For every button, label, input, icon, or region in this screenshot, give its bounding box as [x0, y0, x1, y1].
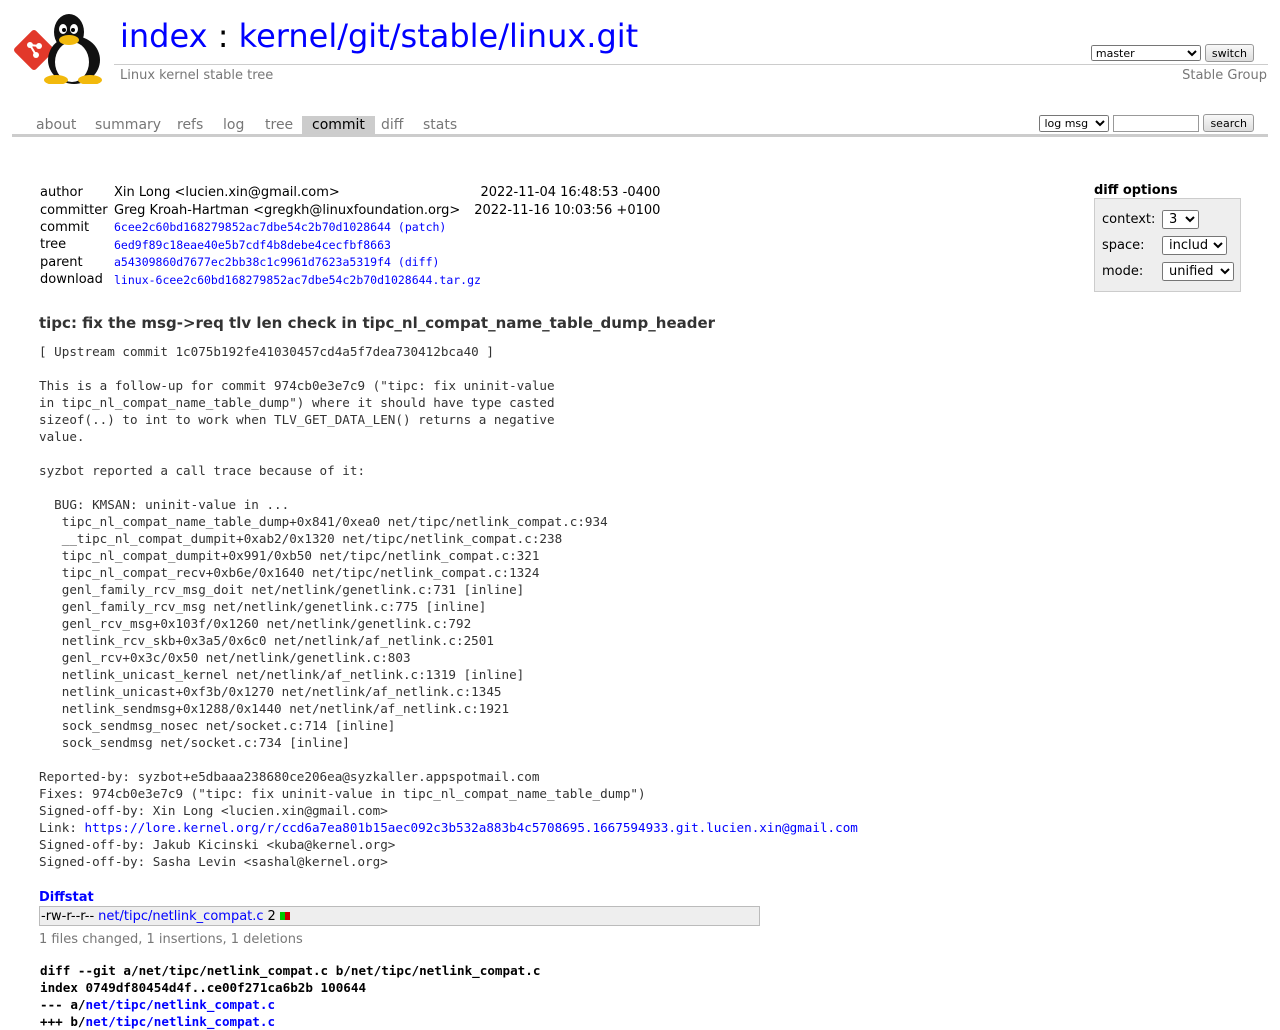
- tree-label: tree: [40, 237, 67, 253]
- diff-index-line: index 0749df80454d4f..ce00f271ca6b2b 100…: [40, 980, 367, 995]
- commit-message-body: [ Upstream commit 1c075b192fe41030457cd4…: [39, 344, 646, 835]
- search-button[interactable]: search: [1203, 114, 1254, 132]
- diff-old-prefix: --- a/: [40, 997, 86, 1012]
- file-mode: -rw-r--r--: [41, 908, 95, 924]
- diffstat-table: -rw-r--r-- net/tipc/netlink_compat.c 2: [39, 906, 760, 926]
- commit-row: commit 6cee2c60bd168279852ac7dbe54c2b70d…: [40, 219, 660, 236]
- lore-link[interactable]: https://lore.kernel.org/r/ccd6a7ea801b15…: [85, 820, 858, 835]
- diff-new-file-line: +++ b/net/tipc/netlink_compat.c: [40, 1013, 540, 1030]
- commit-subject: tipc: fix the msg->req tlv len check in …: [39, 314, 716, 332]
- diff-git-line: diff --git a/net/tipc/netlink_compat.c b…: [40, 963, 541, 978]
- tab-tree[interactable]: tree: [255, 116, 303, 134]
- commit-message: [ Upstream commit 1c075b192fe41030457cd4…: [39, 343, 858, 870]
- diffstat-del-bar: [284, 912, 290, 920]
- download-link[interactable]: linux-6cee2c60bd168279852ac7dbe54c2b70d1…: [114, 273, 481, 287]
- header-divider: [114, 64, 1268, 65]
- commit-value: 6cee2c60bd168279852ac7dbe54c2b70d1028644…: [114, 219, 660, 236]
- tree-value: 6ed9f89c18eae40e5b7cdf4b8debe4cecfbf8663: [114, 236, 660, 253]
- commit-sha-link[interactable]: 6cee2c60bd168279852ac7dbe54c2b70d1028644: [114, 220, 391, 234]
- tab-about[interactable]: about: [26, 116, 86, 134]
- diffstat-header-link[interactable]: Diffstat: [39, 890, 94, 905]
- author-label: author: [40, 185, 83, 201]
- index-link[interactable]: index: [120, 17, 208, 55]
- diff-options-panel: context: 3 space: include mode: unified: [1094, 198, 1241, 292]
- author-date: 2022-11-04 16:48:53 -0400: [480, 185, 661, 201]
- repo-link[interactable]: kernel/git/stable/linux.git: [239, 17, 639, 55]
- parent-value: a54309860d7677ec2bb38c1c9961d7623a5319f4…: [114, 254, 660, 271]
- branch-select[interactable]: master: [1090, 45, 1201, 61]
- diffstat-count: 2: [267, 908, 276, 924]
- context-label: context:: [1102, 211, 1156, 227]
- tab-commit[interactable]: commit: [302, 116, 375, 134]
- parent-diff-link[interactable]: (diff): [398, 255, 440, 269]
- mode-label: mode:: [1102, 263, 1144, 279]
- download-row: download linux-6cee2c60bd168279852ac7dbe…: [40, 271, 660, 288]
- space-select[interactable]: include: [1162, 235, 1227, 255]
- repo-description: Linux kernel stable tree: [120, 68, 274, 83]
- mode-option: mode: unified: [1102, 261, 1234, 281]
- patch-link[interactable]: (patch): [398, 220, 446, 234]
- switch-button[interactable]: switch: [1204, 44, 1254, 62]
- parent-row: parent a54309860d7677ec2bb38c1c9961d7623…: [40, 254, 660, 271]
- cgit-logo[interactable]: [12, 12, 110, 85]
- tree-sha-link[interactable]: 6ed9f89c18eae40e5b7cdf4b8debe4cecfbf8663: [114, 238, 391, 252]
- page-title: index : kernel/git/stable/linux.git: [120, 16, 638, 56]
- commit-label: commit: [40, 219, 90, 235]
- tab-summary[interactable]: summary: [85, 116, 171, 134]
- diffstat-file-link[interactable]: net/tipc/netlink_compat.c: [98, 909, 263, 924]
- diffstat-summary: 1 files changed, 1 insertions, 1 deletio…: [39, 932, 303, 947]
- context-select[interactable]: 3: [1162, 209, 1199, 229]
- parent-sha-link[interactable]: a54309860d7677ec2bb38c1c9961d7623a5319f4: [114, 255, 391, 269]
- context-option: context: 3: [1102, 209, 1199, 229]
- tab-log[interactable]: log: [213, 116, 254, 134]
- tab-refs[interactable]: refs: [167, 116, 213, 134]
- diff-new-prefix: +++ b/: [40, 1014, 86, 1029]
- diff-old-file-link[interactable]: net/tipc/netlink_compat.c: [86, 997, 276, 1012]
- diff-new-file-link[interactable]: net/tipc/netlink_compat.c: [86, 1014, 276, 1029]
- commit-message-trailer: Signed-off-by: Jakub Kicinski <kuba@kern…: [39, 837, 396, 869]
- mode-select[interactable]: unified: [1162, 261, 1234, 281]
- space-option: space: include: [1102, 235, 1227, 255]
- search-form: log msg search: [1039, 114, 1254, 132]
- committer-value: Greg Kroah-Hartman <gregkh@linuxfoundati…: [114, 202, 461, 218]
- search-type-select[interactable]: log msg: [1039, 114, 1110, 132]
- tab-diff[interactable]: diff: [371, 116, 413, 134]
- download-value: linux-6cee2c60bd168279852ac7dbe54c2b70d1…: [114, 271, 660, 288]
- committer-label: committer: [40, 202, 108, 218]
- committer-row: committer Greg Kroah-Hartman <gregkh@lin…: [40, 201, 660, 218]
- tab-stats[interactable]: stats: [413, 116, 467, 134]
- repo-owner: Stable Group: [1182, 68, 1267, 83]
- title-separator: :: [207, 17, 239, 55]
- search-input[interactable]: [1113, 114, 1200, 132]
- committer-date: 2022-11-16 10:03:56 +0100: [474, 202, 661, 218]
- space-label: space:: [1102, 237, 1145, 253]
- author-value: Xin Long <lucien.xin@gmail.com>: [114, 185, 340, 201]
- git-tux-logo-icon: [14, 14, 102, 85]
- diff-options-title: diff options: [1094, 183, 1178, 198]
- diff-header: diff --git a/net/tipc/netlink_compat.c b…: [40, 962, 540, 1030]
- author-row: author Xin Long <lucien.xin@gmail.com> 2…: [40, 184, 660, 201]
- branch-switch-form: master switch: [1090, 44, 1254, 62]
- diff-old-file-line: --- a/net/tipc/netlink_compat.c: [40, 996, 540, 1013]
- tree-row: tree 6ed9f89c18eae40e5b7cdf4b8debe4cecfb…: [40, 236, 660, 253]
- download-label: download: [40, 272, 103, 288]
- commit-info-table: author Xin Long <lucien.xin@gmail.com> 2…: [40, 184, 660, 288]
- diffstat-graph: [279, 912, 290, 920]
- parent-label: parent: [40, 254, 83, 270]
